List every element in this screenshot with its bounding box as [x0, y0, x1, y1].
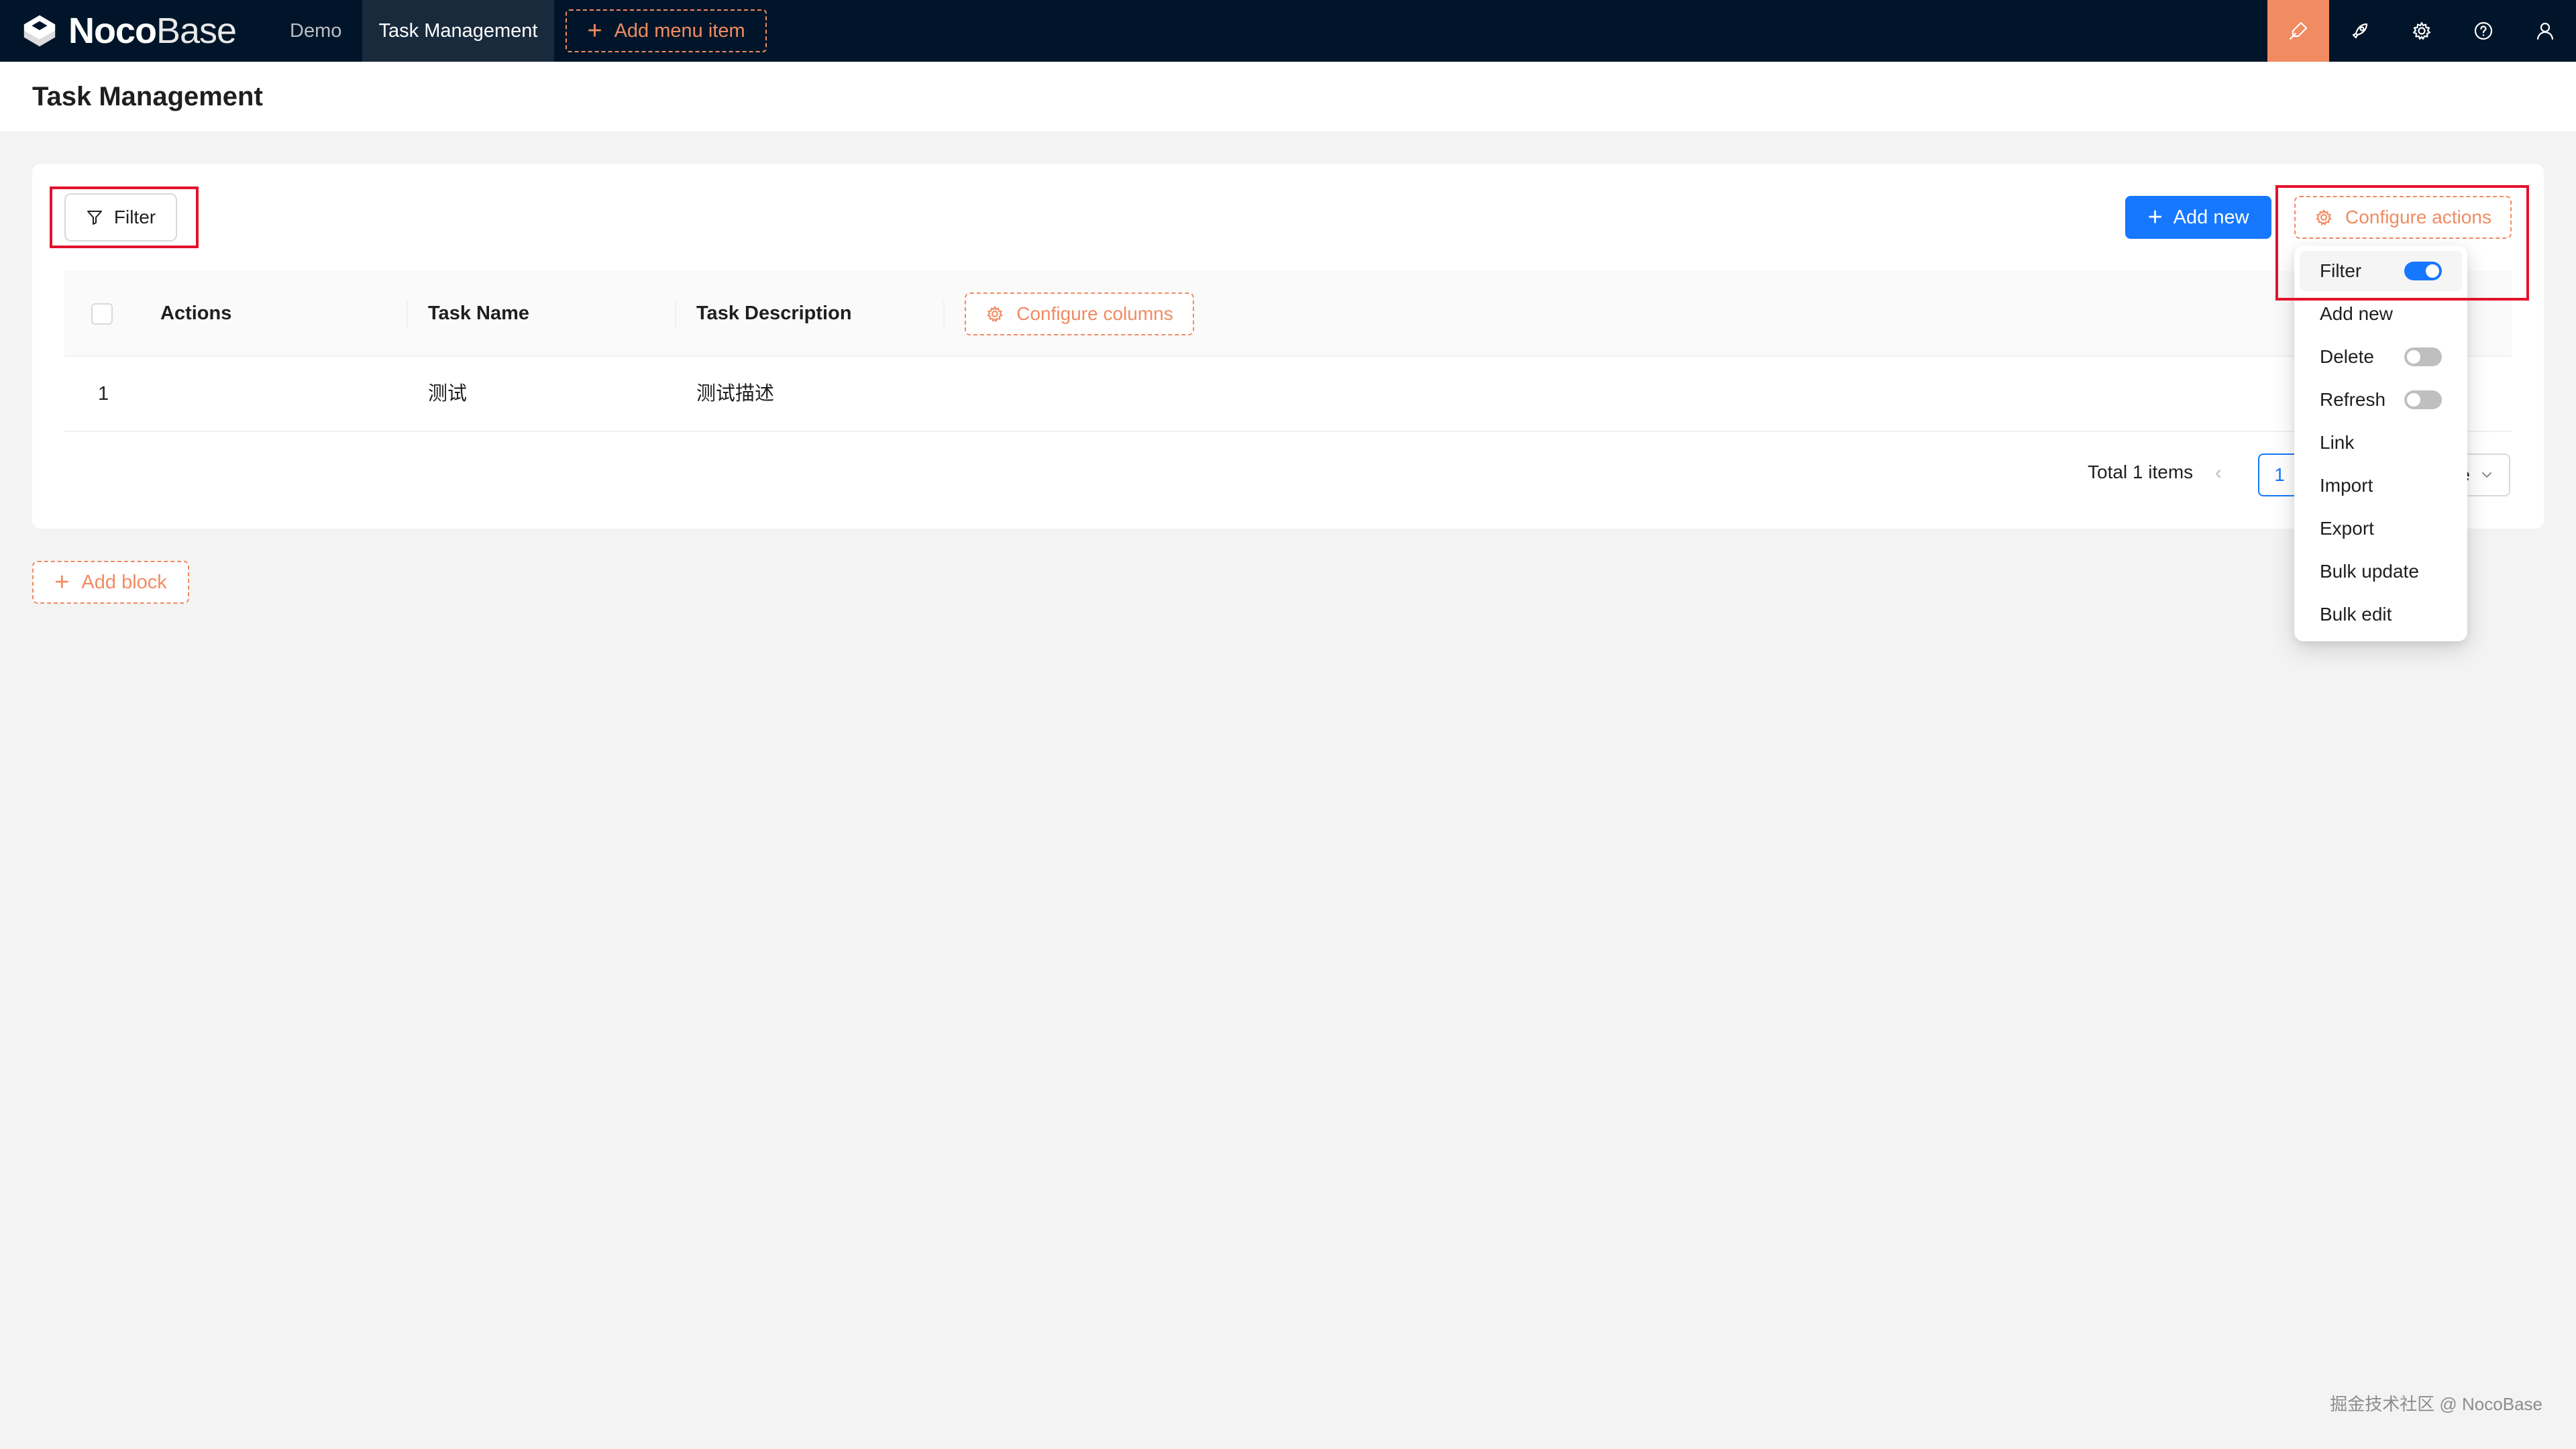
- menu-item-export[interactable]: Export: [2300, 508, 2462, 549]
- plus-icon: +: [587, 17, 602, 45]
- column-header-task-name: Task Name: [428, 303, 529, 324]
- add-block-label: Add block: [81, 571, 167, 593]
- pagination-total: Total 1 items: [2088, 462, 2194, 482]
- top-navigation-bar: NocoBase Demo Task Management + Add menu…: [0, 0, 2576, 62]
- menu-item-label: Bulk edit: [2320, 604, 2392, 625]
- configure-actions-dropdown: Filter Add new Delete Refresh Link Impor…: [2294, 246, 2467, 641]
- pagination-prev-icon[interactable]: ‹: [2215, 462, 2222, 484]
- ui-editor-icon: [2289, 21, 2308, 40]
- add-menu-item-label: Add menu item: [614, 19, 745, 42]
- menu-item-label: Import: [2320, 475, 2373, 496]
- add-menu-item-button[interactable]: + Add menu item: [566, 9, 767, 52]
- configure-columns-label: Configure columns: [1016, 303, 1173, 324]
- menu-item-bulk-edit[interactable]: Bulk edit: [2300, 594, 2462, 635]
- delete-toggle-switch[interactable]: [2404, 347, 2442, 366]
- watermark: 掘金技术社区 @ NocoBase: [2330, 1394, 2542, 1414]
- plus-icon: +: [54, 568, 70, 596]
- column-divider: [675, 301, 676, 327]
- menu-item-label: Export: [2320, 518, 2374, 539]
- page-title: Task Management: [32, 82, 263, 111]
- menu-item-label: Refresh: [2320, 389, 2386, 410]
- table-row[interactable]: 1 测试 测试描述: [64, 357, 2512, 432]
- help-icon: [2474, 21, 2493, 40]
- cell-task-name: 测试: [428, 383, 468, 405]
- user-icon: [2536, 22, 2554, 40]
- filter-highlight-box: [50, 186, 199, 248]
- cell-task-description: 测试描述: [696, 383, 775, 405]
- chevron-down-icon: [2482, 472, 2491, 478]
- nav-item-demo[interactable]: Demo: [290, 0, 341, 62]
- menu-item-label: Bulk update: [2320, 561, 2419, 582]
- settings-gear-icon: [2412, 21, 2431, 40]
- add-new-label: Add new: [2173, 206, 2249, 228]
- plus-icon: +: [2147, 203, 2163, 231]
- nocobase-logo[interactable]: NocoBase: [20, 9, 237, 52]
- nocobase-logo-icon: [23, 15, 56, 47]
- add-block-button[interactable]: + Add block: [32, 561, 189, 604]
- settings-gear-icon: [987, 306, 1003, 322]
- ui-editor-button[interactable]: [2267, 0, 2329, 62]
- column-header-task-description: Task Description: [696, 303, 852, 324]
- menu-item-import[interactable]: Import: [2300, 466, 2462, 506]
- add-new-button[interactable]: + Add new: [2125, 196, 2271, 239]
- column-divider: [943, 301, 945, 327]
- row-index: 1: [98, 383, 109, 405]
- column-divider: [407, 301, 408, 327]
- menu-item-bulk-update[interactable]: Bulk update: [2300, 551, 2462, 592]
- table-header: Actions Task Name Task Description Confi…: [64, 271, 2512, 357]
- menu-item-label: Delete: [2320, 346, 2374, 367]
- user-menu-button[interactable]: [2514, 0, 2576, 62]
- menu-item-label: Link: [2320, 432, 2355, 453]
- menu-item-delete[interactable]: Delete: [2300, 337, 2462, 377]
- select-all-checkbox[interactable]: [91, 303, 113, 325]
- plugin-rocket-icon: [2352, 23, 2368, 39]
- menu-item-link[interactable]: Link: [2300, 423, 2462, 463]
- help-button[interactable]: [2453, 0, 2514, 62]
- logo-text: NocoBase: [68, 11, 237, 51]
- column-header-actions: Actions: [160, 303, 232, 324]
- menu-item-refresh[interactable]: Refresh: [2300, 380, 2462, 420]
- settings-button[interactable]: [2391, 0, 2453, 62]
- page-header: Task Management: [0, 62, 2576, 131]
- top-right-toolbar: [2267, 0, 2576, 62]
- menu-item-label: Add new: [2320, 303, 2393, 324]
- nav-item-task-management[interactable]: Task Management: [362, 0, 554, 62]
- configure-actions-highlight-box: [2275, 185, 2529, 301]
- refresh-toggle-switch[interactable]: [2404, 390, 2442, 409]
- configure-columns-button[interactable]: Configure columns: [965, 292, 1194, 335]
- plugin-manager-button[interactable]: [2329, 0, 2391, 62]
